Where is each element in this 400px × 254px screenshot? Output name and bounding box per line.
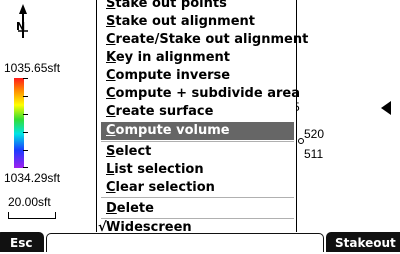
scale-label: 20.00sft — [8, 195, 51, 209]
north-label: N — [16, 20, 25, 33]
menu-item-create-surface[interactable]: Create surface — [101, 103, 294, 121]
stakeout-button[interactable]: Stakeout — [326, 232, 400, 252]
menu-item-compute-volume[interactable]: Compute volume — [101, 122, 294, 140]
menu-item-compute-subdivide-area[interactable]: Compute + subdivide area — [101, 85, 300, 103]
menu-separator — [101, 197, 294, 198]
elevation-ticks — [23, 78, 29, 168]
menu-item-stake-out-alignment[interactable]: Stake out alignment — [101, 13, 294, 31]
menu-item-key-in-alignment[interactable]: Key in alignment — [101, 49, 294, 67]
menu-item-delete[interactable]: Delete — [101, 200, 294, 218]
expand-left-arrow-icon[interactable] — [381, 101, 391, 115]
point-marker-icon[interactable] — [298, 138, 304, 144]
elevation-max-label: 1035.65sft — [4, 61, 61, 75]
esc-button[interactable]: Esc — [0, 232, 44, 252]
menu-separator — [101, 141, 294, 142]
menu-item-list-selection[interactable]: List selection — [101, 161, 294, 179]
scale-bar — [8, 212, 56, 219]
softkey-blank-button[interactable] — [46, 233, 324, 252]
point-label[interactable]: 520 — [304, 127, 324, 141]
menu-item-compute-inverse[interactable]: Compute inverse — [101, 67, 294, 85]
menu-item-clear-selection[interactable]: Clear selection — [101, 179, 294, 197]
menu-item-stake-out-points[interactable]: Stake out points — [101, 0, 294, 13]
map-context-menu: Stake out points Stake out alignment Cre… — [96, 0, 308, 238]
north-arrow-icon: N — [10, 4, 36, 40]
menu-item-create-stake-out-alignment[interactable]: Create/Stake out alignment — [101, 31, 308, 49]
point-label[interactable]: 511 — [304, 147, 323, 161]
menu-item-select[interactable]: Select — [101, 143, 294, 161]
elevation-min-label: 1034.29sft — [4, 171, 61, 185]
